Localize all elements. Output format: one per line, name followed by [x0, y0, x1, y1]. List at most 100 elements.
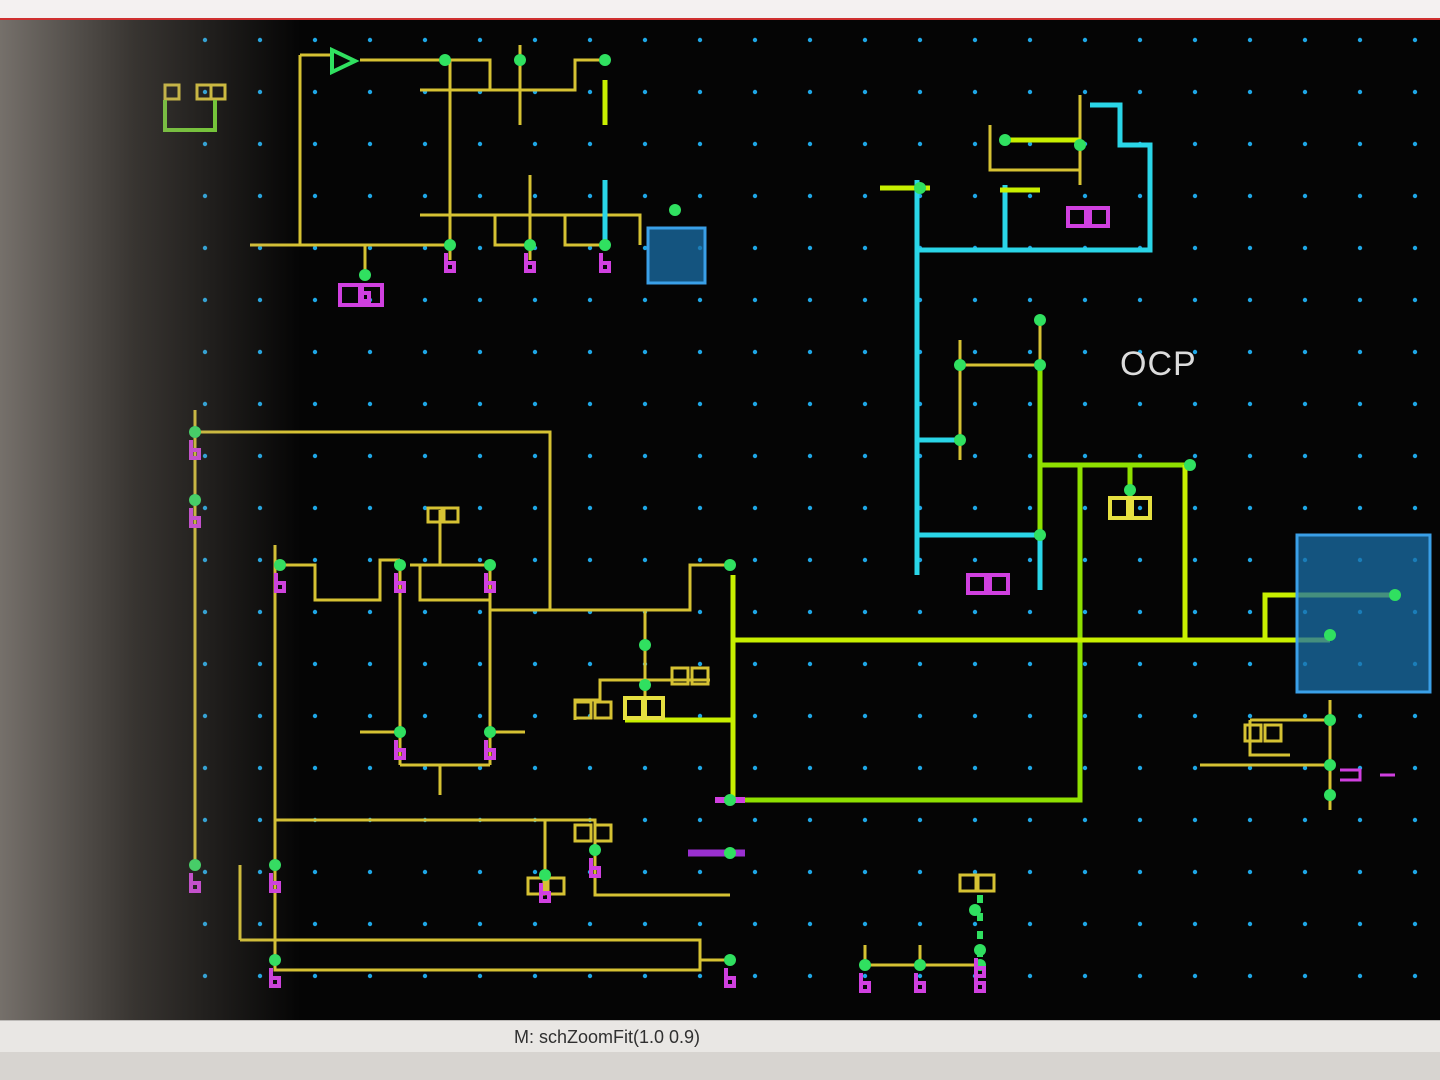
- pin-marker: [999, 134, 1011, 146]
- grid-dot: [257, 193, 263, 199]
- grid-dot: [807, 37, 813, 43]
- pin-marker: [269, 859, 281, 871]
- grid-dot: [862, 193, 868, 199]
- grid-dot: [1137, 661, 1143, 667]
- grid-dot: [477, 869, 483, 875]
- grid-dot: [862, 973, 868, 979]
- grid-dot: [862, 245, 868, 251]
- grid-dot: [257, 349, 263, 355]
- grid-dot: [257, 609, 263, 615]
- selected-instance-small[interactable]: [646, 226, 707, 285]
- grid-dot: [972, 557, 978, 563]
- schematic-canvas[interactable]: [0, 20, 1440, 1020]
- grid-dot: [1412, 349, 1418, 355]
- grid-dot: [862, 557, 868, 563]
- pin-marker: [969, 904, 981, 916]
- grid-dot: [257, 817, 263, 823]
- grid-dot: [917, 869, 923, 875]
- grid-dot: [862, 505, 868, 511]
- grid-dot: [477, 557, 483, 563]
- grid-dot: [752, 973, 758, 979]
- grid-dot: [1192, 869, 1198, 875]
- grid-dot: [1192, 505, 1198, 511]
- grid-dot: [1247, 193, 1253, 199]
- grid-dot: [1357, 869, 1363, 875]
- wires-lime: [602, 80, 1400, 800]
- grid-dot: [1137, 921, 1143, 927]
- grid-dot: [807, 245, 813, 251]
- grid-dot: [1247, 973, 1253, 979]
- grid-dot: [807, 661, 813, 667]
- grid-dot: [312, 37, 318, 43]
- grid-dot: [367, 765, 373, 771]
- grid-dots: [202, 37, 1418, 979]
- pin-tail: [599, 253, 611, 273]
- grid-dot: [477, 505, 483, 511]
- monitor-bottom-edge: [0, 1052, 1440, 1080]
- grid-dot: [1357, 401, 1363, 407]
- grid-dot: [1192, 453, 1198, 459]
- grid-dot: [752, 141, 758, 147]
- grid-dot: [1247, 349, 1253, 355]
- grid-dot: [1027, 661, 1033, 667]
- grid-dot: [257, 297, 263, 303]
- grid-dot: [1137, 713, 1143, 719]
- grid-dot: [1247, 297, 1253, 303]
- grid-dot: [312, 193, 318, 199]
- grid-dot: [587, 453, 593, 459]
- grid-dot: [1357, 89, 1363, 95]
- grid-dot: [202, 37, 208, 43]
- grid-dot: [1357, 505, 1363, 511]
- grid-dot: [1027, 453, 1033, 459]
- grid-dot: [477, 349, 483, 355]
- grid-dot: [1247, 609, 1253, 615]
- grid-dot: [587, 401, 593, 407]
- grid-dot: [697, 193, 703, 199]
- grid-dot: [422, 609, 428, 615]
- grid-dot: [1082, 297, 1088, 303]
- pin-marker: [514, 54, 526, 66]
- grid-dot: [202, 557, 208, 563]
- grid-dot: [312, 349, 318, 355]
- grid-dot: [477, 973, 483, 979]
- grid-dot: [972, 505, 978, 511]
- grid-dot: [972, 401, 978, 407]
- grid-dot: [1247, 557, 1253, 563]
- grid-dot: [917, 921, 923, 927]
- grid-dot: [1412, 141, 1418, 147]
- grid-dot: [862, 609, 868, 615]
- grid-dot: [1192, 765, 1198, 771]
- grid-dot: [752, 37, 758, 43]
- grid-dot: [1082, 661, 1088, 667]
- small-device-symbol: [976, 873, 996, 893]
- pin-marker: [1184, 459, 1196, 471]
- grid-dot: [257, 661, 263, 667]
- grid-dot: [312, 141, 318, 147]
- grid-dot: [1137, 89, 1143, 95]
- grid-dot: [367, 557, 373, 563]
- pin-marker: [1389, 589, 1401, 601]
- grid-dot: [752, 713, 758, 719]
- capacitor-symbol: [643, 696, 665, 720]
- grid-dot: [917, 37, 923, 43]
- grid-dot: [1027, 349, 1033, 355]
- selected-instance-large[interactable]: [1295, 533, 1432, 694]
- schematic-drawing[interactable]: [0, 20, 1440, 1020]
- grid-dot: [1357, 453, 1363, 459]
- grid-dot: [1302, 505, 1308, 511]
- grid-dot: [862, 349, 868, 355]
- grid-dot: [257, 557, 263, 563]
- pin-marker: [599, 54, 611, 66]
- grid-dot: [587, 921, 593, 927]
- pin-marker: [954, 434, 966, 446]
- grid-dot: [697, 349, 703, 355]
- small-device-symbol: [573, 823, 593, 843]
- grid-dot: [367, 141, 373, 147]
- grid-dot: [642, 505, 648, 511]
- grid-dot: [1192, 89, 1198, 95]
- grid-dot: [1192, 921, 1198, 927]
- grid-dot: [807, 141, 813, 147]
- grid-dot: [1192, 297, 1198, 303]
- grid-dot: [532, 297, 538, 303]
- grid-dot: [972, 89, 978, 95]
